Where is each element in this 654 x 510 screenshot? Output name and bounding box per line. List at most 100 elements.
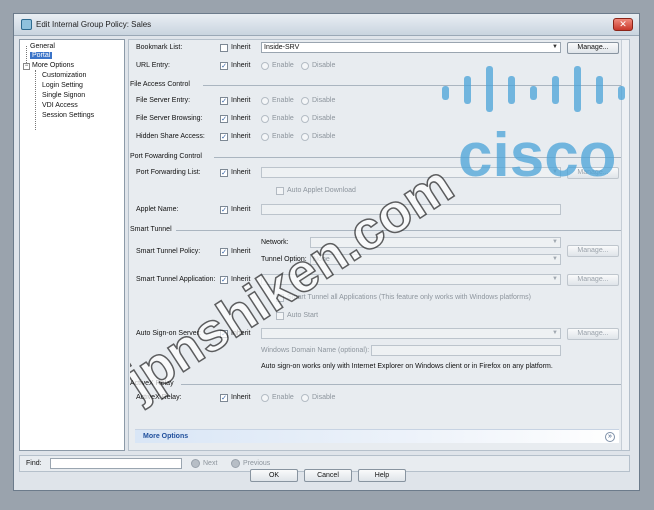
smart-tunnel-app-manage-button[interactable]: Manage... [567,274,619,286]
applet-name-inherit-label: Inherit [231,206,251,213]
applet-name-inherit-checkbox[interactable]: ✓ [220,206,228,214]
auto-start-checkbox[interactable] [276,312,284,320]
bookmark-list-label: Bookmark List: [136,44,183,51]
dropdown-arrow-icon: ▼ [552,256,558,262]
file-server-browsing-disable-label: Disable [312,115,336,122]
url-entry-disable-label: Disable [312,62,336,69]
file-server-browsing-disable-radio[interactable] [301,115,309,123]
hidden-share-access-disable-radio[interactable] [301,133,309,141]
windows-domain-input[interactable] [371,345,561,356]
file-server-browsing-enable-radio[interactable] [261,115,269,123]
dropdown-arrow-icon: ▼ [552,169,558,175]
smart-tunnel-policy-inherit-label: Inherit [231,248,251,255]
smart-tunnel-policy-manage-button[interactable]: Manage... [567,245,619,257]
file-server-browsing-label: File Server Browsing: [136,115,203,122]
tunnel-option-value: None [313,256,330,263]
windows-domain-label: Windows Domain Name (optional): [261,347,370,354]
port-forwarding-inherit-label: Inherit [231,169,251,176]
vertical-scrollbar[interactable] [621,40,629,450]
close-button[interactable]: ✕ [613,18,633,31]
auto-sign-on-inherit-checkbox[interactable]: ✓ [220,330,228,338]
tree-item-session-settings[interactable]: Session Settings [42,112,94,119]
bookmark-manage-button[interactable]: Manage... [567,42,619,54]
url-entry-label: URL Entry: [136,62,170,69]
activex-enable-label: Enable [272,394,294,401]
applet-name-input[interactable] [261,204,561,215]
tree-item-more-options[interactable]: More Options [32,62,74,69]
hidden-share-access-disable-label: Disable [312,133,336,140]
activex-disable-radio[interactable] [301,394,309,402]
activex-inherit-checkbox[interactable]: ✓ [220,394,228,402]
auto-sign-on-server-label: Auto Sign-on Server: [136,330,201,337]
file-server-entry-enable-radio[interactable] [261,97,269,105]
hidden-share-access-inherit-label: Inherit [231,133,251,140]
file-server-browsing-inherit-checkbox[interactable]: ✓ [220,115,228,123]
next-arrow-icon[interactable] [191,459,200,468]
port-forwarding-dropdown[interactable]: ▼ [261,167,561,178]
smart-tunnel-policy-label: Smart Tunnel Policy: [136,248,201,255]
previous-arrow-icon[interactable] [231,459,240,468]
expand-icon[interactable]: » [605,432,615,442]
file-server-entry-enable-label: Enable [272,97,294,104]
auto-start-label: Auto Start [287,312,319,319]
url-entry-disable-radio[interactable] [301,62,309,70]
collapse-icon[interactable]: − [23,63,30,70]
auto-sign-on-inherit-label: Inherit [231,330,251,337]
file-server-entry-label: File Server Entry: [136,97,191,104]
activex-disable-label: Disable [312,394,336,401]
file-server-entry-disable-radio[interactable] [301,97,309,105]
file-server-entry-inherit-label: Inherit [231,97,251,104]
port-forwarding-manage-button[interactable]: Manage... [567,167,619,179]
title-bar: Edit Internal Group Policy: Sales ✕ [14,14,639,36]
tunnel-option-label: Tunnel Option: [261,256,307,263]
applet-name-label: Applet Name: [136,206,179,213]
tunnel-option-dropdown[interactable]: None ▼ [310,254,561,265]
smart-tunnel-all-apps-checkbox[interactable] [276,294,284,302]
smart-tunnel-application-dropdown[interactable]: ▼ [261,274,561,285]
dropdown-arrow-icon: ▼ [552,44,558,50]
hidden-share-access-label: Hidden Share Access: [136,133,205,140]
activex-section-title: ActiveX Relay [130,380,174,387]
find-input[interactable] [50,458,182,469]
smart-tunnel-app-inherit-checkbox[interactable]: ✓ [220,276,228,284]
hidden-share-access-enable-radio[interactable] [261,133,269,141]
help-button[interactable]: Help [358,469,406,482]
window-title: Edit Internal Group Policy: Sales [36,20,152,29]
bookmark-inherit-label: Inherit [231,44,251,51]
tree-item-vdi-access[interactable]: VDI Access [42,102,78,109]
file-server-entry-inherit-checkbox[interactable]: ✓ [220,97,228,105]
activex-relay-label: ActiveX Relay: [136,394,182,401]
url-entry-enable-radio[interactable] [261,62,269,70]
tree-item-portal[interactable]: Portal [30,52,53,59]
smart-tunnel-all-apps-label: Smart Tunnel all Applications (This feat… [287,294,531,301]
network-dropdown[interactable]: ▼ [310,237,561,248]
tree-item-general[interactable]: General [30,43,55,50]
more-options-bar[interactable]: More Options » [135,429,619,443]
bookmark-list-dropdown[interactable]: Inside-SRV ▼ [261,42,561,53]
url-entry-inherit-label: Inherit [231,62,251,69]
tree-item-login-setting[interactable]: Login Setting [42,82,83,89]
dropdown-arrow-icon: ▼ [552,276,558,282]
file-server-entry-disable-label: Disable [312,97,336,104]
file-server-browsing-enable-label: Enable [272,115,294,122]
auto-sign-on-note: Auto sign-on works only with Internet Ex… [261,363,553,370]
auto-sign-on-dropdown[interactable]: ▼ [261,328,561,339]
auto-applet-download-checkbox[interactable] [276,187,284,195]
find-next-label[interactable]: Next [203,460,217,467]
auto-applet-download-label: Auto Applet Download [287,187,356,194]
bookmark-inherit-checkbox[interactable] [220,44,228,52]
ok-button[interactable]: OK [250,469,298,482]
find-previous-label[interactable]: Previous [243,460,270,467]
hidden-share-access-inherit-checkbox[interactable]: ✓ [220,133,228,141]
tree-item-single-signon[interactable]: Single Signon [42,92,85,99]
cancel-button[interactable]: Cancel [304,469,352,482]
port-forwarding-inherit-checkbox[interactable]: ✓ [220,169,228,177]
auto-sign-on-manage-button[interactable]: Manage... [567,328,619,340]
tree-item-customization[interactable]: Customization [42,72,86,79]
portal-settings-panel: Bookmark List: Inherit Inside-SRV ▼ Mana… [128,39,630,451]
smart-tunnel-policy-inherit-checkbox[interactable]: ✓ [220,248,228,256]
url-entry-enable-label: Enable [272,62,294,69]
hidden-share-access-enable-label: Enable [272,133,294,140]
activex-enable-radio[interactable] [261,394,269,402]
url-entry-inherit-checkbox[interactable]: ✓ [220,62,228,70]
